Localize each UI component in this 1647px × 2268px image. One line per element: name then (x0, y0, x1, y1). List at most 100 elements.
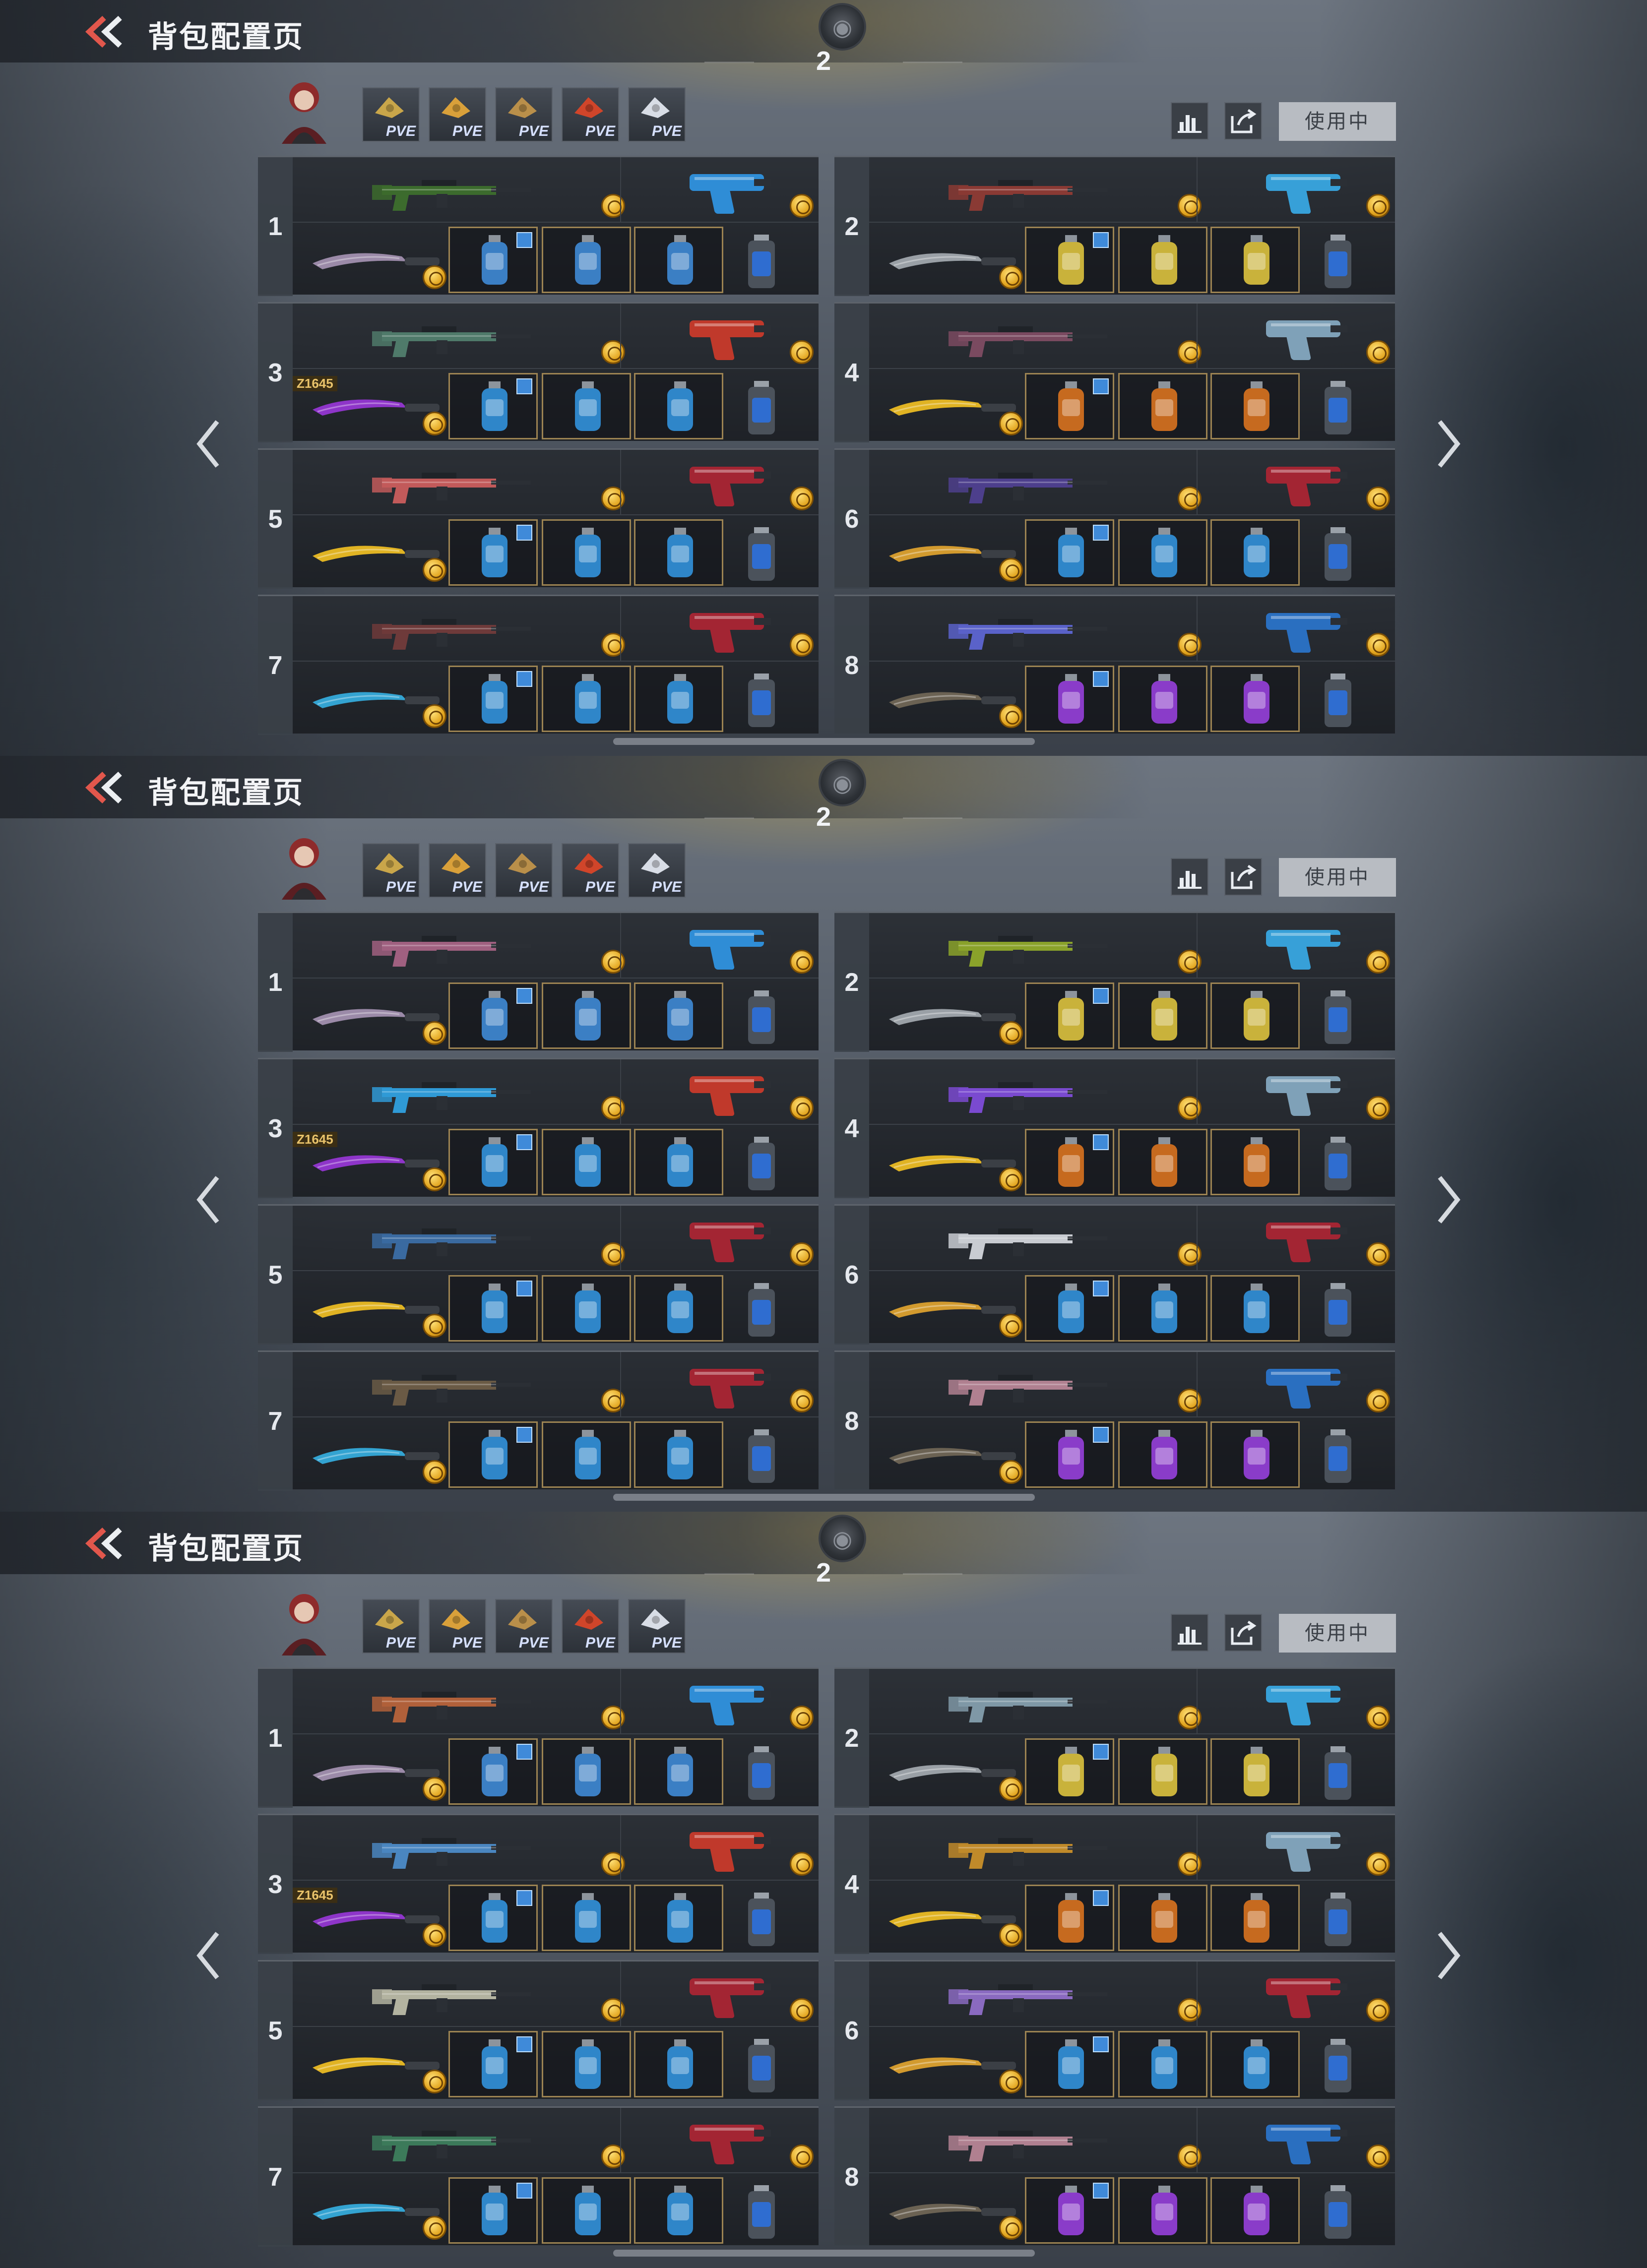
chevron-left-icon[interactable] (191, 417, 226, 471)
primary-weapon[interactable] (372, 1216, 536, 1263)
perk-slot[interactable]: PVE (429, 843, 486, 898)
throwable-slot[interactable] (1118, 1421, 1207, 1488)
scrollbar[interactable] (613, 2250, 1035, 2257)
primary-weapon[interactable] (949, 313, 1112, 361)
throwable-slot[interactable] (1118, 519, 1207, 586)
secondary-weapon[interactable] (685, 1822, 774, 1874)
throwable-slot[interactable] (448, 2031, 538, 2097)
primary-weapon[interactable] (372, 167, 536, 215)
throwable-slot[interactable] (1210, 1129, 1300, 1195)
throwable-slot[interactable] (1025, 373, 1114, 439)
melee-weapon[interactable] (884, 2194, 1018, 2229)
primary-weapon[interactable] (372, 1069, 536, 1117)
loadout-card[interactable]: 5 (258, 1204, 819, 1345)
perk-slot[interactable]: PVE (362, 87, 420, 142)
loadout-card[interactable]: 7 (258, 2106, 819, 2247)
loadout-card[interactable]: 1 (258, 1667, 819, 1808)
tactical-item[interactable] (1316, 232, 1360, 291)
throwable-slot[interactable] (634, 1275, 723, 1342)
throwable-slot[interactable] (448, 982, 538, 1049)
secondary-weapon[interactable] (1261, 164, 1350, 216)
loadout-card[interactable]: 2 (834, 1667, 1395, 1808)
throwable-slot[interactable] (1025, 2031, 1114, 2097)
tactical-item[interactable] (739, 1426, 784, 1486)
throwable-slot[interactable] (542, 1421, 631, 1488)
melee-weapon[interactable] (308, 1146, 442, 1180)
secondary-weapon[interactable] (1261, 310, 1350, 362)
secondary-weapon[interactable] (685, 2115, 774, 2166)
secondary-weapon[interactable] (1261, 1213, 1350, 1264)
throwable-slot[interactable] (1118, 666, 1207, 732)
throwable-slot[interactable] (1025, 1275, 1114, 1342)
melee-weapon[interactable] (884, 244, 1018, 278)
melee-weapon[interactable] (308, 1901, 442, 1936)
tactical-item[interactable] (739, 987, 784, 1047)
loadout-card[interactable]: 3 Z1645 (258, 1058, 819, 1198)
tactical-item[interactable] (739, 1890, 784, 1949)
primary-weapon[interactable] (372, 460, 536, 507)
perk-slot[interactable]: PVE (628, 1599, 686, 1654)
throwable-slot[interactable] (1118, 373, 1207, 439)
primary-weapon[interactable] (949, 923, 1112, 971)
secondary-weapon[interactable] (1261, 1676, 1350, 1727)
scrollbar[interactable] (613, 1494, 1035, 1501)
primary-weapon[interactable] (949, 2118, 1112, 2165)
throwable-slot[interactable] (634, 373, 723, 439)
chevron-left-icon[interactable] (191, 1928, 226, 1983)
tactical-item[interactable] (1316, 2182, 1360, 2242)
secondary-weapon[interactable] (1261, 2115, 1350, 2166)
secondary-weapon[interactable] (685, 1213, 774, 1264)
melee-weapon[interactable] (884, 1901, 1018, 1936)
tactical-item[interactable] (1316, 671, 1360, 730)
throwable-slot[interactable] (634, 2177, 723, 2244)
throwable-slot[interactable] (1210, 519, 1300, 586)
secondary-weapon[interactable] (1261, 1822, 1350, 1874)
melee-weapon[interactable] (308, 1438, 442, 1473)
throwable-slot[interactable] (448, 373, 538, 439)
primary-weapon[interactable] (949, 167, 1112, 215)
primary-weapon[interactable] (372, 1971, 536, 2019)
primary-weapon[interactable] (949, 606, 1112, 654)
bar-chart-icon[interactable] (1171, 858, 1208, 896)
secondary-weapon[interactable] (685, 1676, 774, 1727)
loadout-card[interactable]: 6 (834, 1204, 1395, 1345)
throwable-slot[interactable] (542, 1738, 631, 1805)
loadout-card[interactable]: 4 (834, 1058, 1395, 1198)
secondary-weapon[interactable] (685, 1066, 774, 1118)
throwable-slot[interactable] (1210, 666, 1300, 732)
throwable-slot[interactable] (1210, 373, 1300, 439)
secondary-weapon[interactable] (1261, 457, 1350, 508)
primary-weapon[interactable] (372, 1362, 536, 1410)
tactical-item[interactable] (1316, 1134, 1360, 1193)
loadout-card[interactable]: 5 (258, 448, 819, 589)
throwable-slot[interactable] (634, 227, 723, 293)
throwable-slot[interactable] (634, 982, 723, 1049)
chevron-left-icon[interactable] (191, 1172, 226, 1227)
loadout-card[interactable]: 2 (834, 912, 1395, 1052)
throwable-slot[interactable] (448, 1421, 538, 1488)
tactical-item[interactable] (1316, 524, 1360, 584)
throwable-slot[interactable] (1210, 2031, 1300, 2097)
tactical-item[interactable] (739, 2182, 784, 2242)
loadout-card[interactable]: 7 (258, 1350, 819, 1491)
throwable-slot[interactable] (542, 982, 631, 1049)
primary-weapon[interactable] (949, 1216, 1112, 1263)
secondary-weapon[interactable] (685, 1968, 774, 2020)
in-use-button[interactable]: 使用中 (1279, 1614, 1396, 1653)
secondary-weapon[interactable] (685, 457, 774, 508)
throwable-slot[interactable] (1210, 1738, 1300, 1805)
tactical-item[interactable] (739, 671, 784, 730)
chevron-right-icon[interactable] (1431, 417, 1465, 471)
perk-slot[interactable]: PVE (628, 87, 686, 142)
secondary-weapon[interactable] (1261, 1359, 1350, 1410)
character-avatar[interactable] (262, 831, 346, 900)
throwable-slot[interactable] (634, 519, 723, 586)
bar-chart-icon[interactable] (1171, 1614, 1208, 1652)
primary-weapon[interactable] (949, 1069, 1112, 1117)
throwable-slot[interactable] (1025, 2177, 1114, 2244)
in-use-button[interactable]: 使用中 (1279, 102, 1396, 141)
double-chevron-left-icon[interactable] (84, 1526, 126, 1561)
melee-weapon[interactable] (884, 682, 1018, 717)
tactical-item[interactable] (739, 524, 784, 584)
secondary-weapon[interactable] (1261, 603, 1350, 655)
